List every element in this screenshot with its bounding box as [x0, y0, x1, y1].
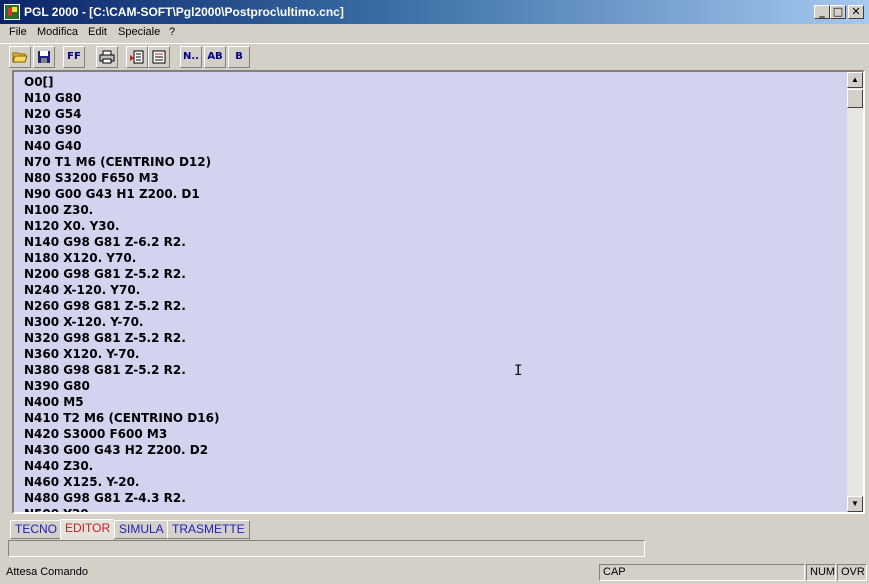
vertical-scrollbar[interactable]: ▲ ▼	[847, 72, 863, 512]
code-line: N390 G80	[24, 379, 90, 393]
status-cap: CAP	[599, 564, 805, 581]
code-line: N440 Z30.	[24, 459, 94, 473]
tab-simula[interactable]: SIMULA	[114, 520, 169, 539]
code-line: N410 T2 M6 (CENTRINO D16)	[24, 411, 220, 425]
font-icon: FF	[67, 51, 81, 62]
close-button[interactable]: ✕	[848, 5, 864, 19]
code-line: N360 X120. Y-70.	[24, 347, 140, 361]
code-line: N10 G80	[24, 91, 82, 105]
code-line: N260 G98 G81 Z-5.2 R2.	[24, 299, 186, 313]
floppy-disk-icon	[38, 51, 50, 63]
print-button[interactable]	[96, 46, 118, 68]
scroll-down-button[interactable]: ▼	[847, 496, 863, 512]
block-button[interactable]: B	[228, 46, 250, 68]
list-document-icon	[152, 50, 166, 64]
font-button[interactable]: FF	[63, 46, 85, 68]
menu-edit[interactable]: Edit	[88, 26, 107, 38]
status-num: NUM	[806, 564, 836, 581]
status-bar: Attesa Comando CAP NUM OVR	[0, 563, 869, 584]
code-line: N300 X-120. Y-70.	[24, 315, 144, 329]
menu-file[interactable]: File	[9, 26, 27, 38]
copy-document-icon	[130, 50, 144, 64]
menu-speciale[interactable]: Speciale	[118, 26, 160, 38]
code-line: N400 M5	[24, 395, 84, 409]
command-bar	[8, 540, 645, 557]
code-line: N20 G54	[24, 107, 82, 121]
code-line: N460 X125. Y-20.	[24, 475, 140, 489]
code-line: N430 G00 G43 H2 Z200. D2	[24, 443, 209, 457]
printer-icon	[99, 50, 115, 64]
copy-document-button[interactable]	[126, 46, 148, 68]
toolbar: FF N.. AB B	[0, 43, 869, 70]
code-line: N140 G98 G81 Z-6.2 R2.	[24, 235, 186, 249]
code-line: N90 G00 G43 H1 Z200. D1	[24, 187, 200, 201]
status-message: Attesa Comando	[6, 566, 88, 578]
open-folder-button[interactable]	[9, 46, 31, 68]
replace-button[interactable]: AB	[204, 46, 226, 68]
open-folder-icon	[12, 52, 28, 63]
code-line: N30 G90	[24, 123, 82, 137]
code-line: N420 S3000 F600 M3	[24, 427, 168, 441]
menu-modifica[interactable]: Modifica	[37, 26, 78, 38]
tab-editor[interactable]: EDITOR	[60, 519, 116, 540]
code-line: N80 S3200 F650 M3	[24, 171, 159, 185]
renumber-icon: N..	[183, 51, 199, 62]
code-line: O0[]	[24, 75, 54, 89]
save-button[interactable]	[33, 46, 55, 68]
text-cursor-icon: I	[514, 363, 523, 379]
renumber-button[interactable]: N..	[180, 46, 202, 68]
tab-trasmette[interactable]: TRASMETTE	[167, 520, 250, 539]
scroll-thumb[interactable]	[847, 89, 863, 108]
code-line: N500 Y20.	[24, 507, 94, 514]
code-line: N240 X-120. Y70.	[24, 283, 141, 297]
window-title: PGL 2000 - [C:\CAM-SOFT\Pgl2000\Postproc…	[24, 5, 344, 19]
code-line: N320 G98 G81 Z-5.2 R2.	[24, 331, 186, 345]
block-icon: B	[235, 51, 243, 62]
title-bar: PGL 2000 - [C:\CAM-SOFT\Pgl2000\Postproc…	[0, 0, 869, 24]
app-icon[interactable]	[4, 4, 20, 20]
code-line: N100 Z30.	[24, 203, 94, 217]
scroll-up-button[interactable]: ▲	[847, 72, 863, 88]
code-line: N70 T1 M6 (CENTRINO D12)	[24, 155, 212, 169]
code-line: N120 X0. Y30.	[24, 219, 120, 233]
code-line: N40 G40	[24, 139, 82, 153]
menu-bar: File Modifica Edit Speciale ?	[0, 24, 869, 42]
code-line: N200 G98 G81 Z-5.2 R2.	[24, 267, 186, 281]
code-line: N480 G98 G81 Z-4.3 R2.	[24, 491, 186, 505]
code-editor[interactable]: O0[] N10 G80 N20 G54 N30 G90 N40 G40 N70 T1 M…	[12, 70, 865, 514]
code-line: N380 G98 G81 Z-5.2 R2.	[24, 363, 186, 377]
menu-help[interactable]: ?	[169, 26, 175, 38]
tab-tecno[interactable]: TECNO	[10, 520, 62, 539]
replace-icon: AB	[207, 51, 223, 62]
status-ovr: OVR	[837, 564, 867, 581]
code-line: N180 X120. Y70.	[24, 251, 137, 265]
maximize-button[interactable]: □	[830, 5, 846, 19]
list-document-button[interactable]	[148, 46, 170, 68]
minimize-button[interactable]: _	[814, 5, 830, 19]
code-lines: O0[] N10 G80 N20 G54 N30 G90 N40 G40 N70 T1 M…	[24, 74, 220, 514]
